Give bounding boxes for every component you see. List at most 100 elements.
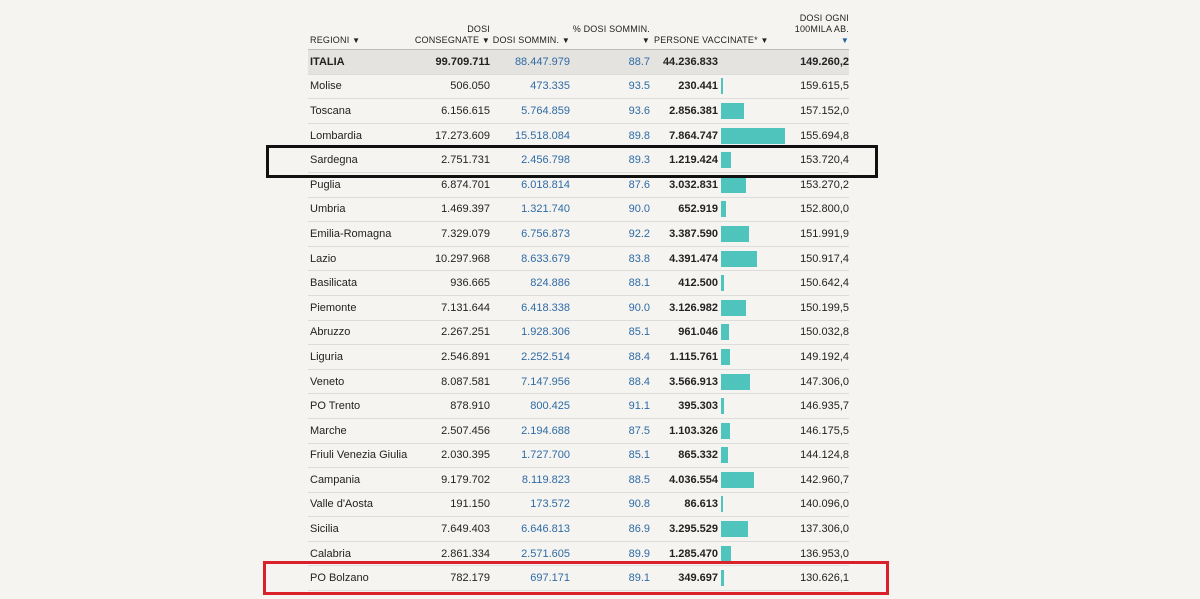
totals-somministrate: 88.447.979 [490,49,570,75]
persone-vaccinate-bar [721,78,723,95]
bar-cell [718,270,788,296]
region-name: Abruzzo [308,320,414,346]
persone-vaccinate-bar [721,127,785,144]
dosi-per-100k: 152.800,0 [788,197,849,223]
dosi-consegnate: 2.030.395 [414,443,490,469]
dosi-somministrate: 6.418.338 [490,295,570,321]
dosi-somministrate: 8.119.823 [490,467,570,493]
dosi-per-100k: 150.642,4 [788,270,849,296]
dosi-somministrate: 6.646.813 [490,516,570,542]
persone-vaccinate-bar [721,324,729,341]
column-header-per100k[interactable]: DOSI OGNI 100MILA AB. ▼ [788,4,849,50]
column-header-regioni[interactable]: REGIONI ▼ [308,4,414,50]
percent-somministrate: 87.5 [570,418,650,444]
column-header-somministrate[interactable]: DOSI SOMMIN. ▼ [490,4,570,50]
region-name: Piemonte [308,295,414,321]
percent-somministrate: 85.1 [570,320,650,346]
percent-somministrate: 93.5 [570,74,650,100]
persone-vaccinate-bar [721,176,746,193]
table-row: Umbria 1.469.397 1.321.740 90.0 652.919 152.8… [308,197,849,223]
dosi-somministrate: 6.756.873 [490,221,570,247]
dosi-consegnate: 191.150 [414,492,490,518]
bar-cell [718,320,788,346]
dosi-per-100k: 159.615,5 [788,74,849,100]
dosi-per-100k: 137.306,0 [788,516,849,542]
region-name: Umbria [308,197,414,223]
dosi-consegnate: 7.649.403 [414,516,490,542]
dosi-consegnate: 2.267.251 [414,320,490,346]
dosi-consegnate: 1.469.397 [414,197,490,223]
persone-vaccinate: 3.126.982 [650,295,718,321]
table-header-row: REGIONI ▼ DOSI CONSEGNATE ▼ DOSI SOMMIN.… [308,4,849,50]
table-row: Sicilia 7.649.403 6.646.813 86.9 3.295.529 13… [308,516,849,542]
column-header-consegnate[interactable]: DOSI CONSEGNATE ▼ [414,4,490,50]
percent-somministrate: 86.9 [570,516,650,542]
dosi-consegnate: 6.156.615 [414,98,490,124]
region-name: Basilicata [308,270,414,296]
dosi-per-100k: 150.032,8 [788,320,849,346]
column-header-somministrate-label: DOSI SOMMIN. [492,35,560,45]
percent-somministrate: 92.2 [570,221,650,247]
percent-somministrate: 83.8 [570,246,650,272]
totals-percent: 88.7 [570,49,650,75]
table-row: Piemonte 7.131.644 6.418.338 90.0 3.126.982 1… [308,295,849,321]
sort-arrow-icon: ▼ [352,36,361,45]
persone-vaccinate: 961.046 [650,320,718,346]
persone-vaccinate-bar [721,250,757,267]
dosi-somministrate: 2.252.514 [490,344,570,370]
table-row: Basilicata 936.665 824.886 88.1 412.500 150.6… [308,270,849,296]
table-row: Campania 9.179.702 8.119.823 88.5 4.036.554 1… [308,467,849,493]
persone-vaccinate: 3.566.913 [650,369,718,395]
sort-arrow-icon: ▼ [561,36,570,45]
bar-cell [718,74,788,100]
screenshot-stage: REGIONI ▼ DOSI CONSEGNATE ▼ DOSI SOMMIN.… [0,0,1200,599]
bar-cell [718,197,788,223]
percent-somministrate: 91.1 [570,393,650,419]
sort-arrow-icon: ▼ [641,36,650,45]
persone-vaccinate-bar [721,471,754,488]
persone-vaccinate-bar [721,496,723,513]
region-name: Emilia-Romagna [308,221,414,247]
persone-vaccinate-bar [721,201,726,218]
dosi-somministrate: 1.727.700 [490,443,570,469]
dosi-per-100k: 151.991,9 [788,221,849,247]
dosi-somministrate: 8.633.679 [490,246,570,272]
bar-cell [718,98,788,124]
bar-cell [718,393,788,419]
dosi-consegnate: 2.507.456 [414,418,490,444]
table-row: Molise 506.050 473.335 93.5 230.441 159.615,5 [308,74,849,100]
bar-cell [718,295,788,321]
dosi-per-100k: 144.124,8 [788,443,849,469]
column-header-per100k-label: DOSI OGNI 100MILA AB. [794,13,849,34]
bar-cell [718,443,788,469]
dosi-somministrate: 2.194.688 [490,418,570,444]
dosi-somministrate: 1.321.740 [490,197,570,223]
persone-vaccinate: 865.332 [650,443,718,469]
dosi-consegnate: 506.050 [414,74,490,100]
dosi-consegnate: 878.910 [414,393,490,419]
column-header-percent[interactable]: % DOSI SOMMIN. ▼ [570,4,650,50]
dosi-somministrate: 173.572 [490,492,570,518]
highlight-box-black [266,145,878,178]
persone-vaccinate: 3.387.590 [650,221,718,247]
dosi-per-100k: 146.175,5 [788,418,849,444]
table-row: Emilia-Romagna 7.329.079 6.756.873 92.2 3.38… [308,221,849,247]
bar-cell [718,221,788,247]
table-row: Friuli Venezia Giulia 2.030.395 1.727.700 8… [308,443,849,469]
column-header-persone[interactable]: PERSONE VACCINATE* ▼ [650,4,788,50]
region-name: Marche [308,418,414,444]
percent-somministrate: 88.4 [570,344,650,370]
persone-vaccinate: 86.613 [650,492,718,518]
table-row: Veneto 8.087.581 7.147.956 88.4 3.566.913 147… [308,369,849,395]
persone-vaccinate-bar [721,299,746,316]
region-name: Liguria [308,344,414,370]
dosi-somministrate: 800.425 [490,393,570,419]
region-name: Campania [308,467,414,493]
dosi-somministrate: 5.764.859 [490,98,570,124]
region-name: Toscana [308,98,414,124]
region-name: Molise [308,74,414,100]
persone-vaccinate: 1.103.326 [650,418,718,444]
totals-bar-cell [718,49,788,75]
persone-vaccinate: 3.295.529 [650,516,718,542]
sort-arrow-active-icon: ▼ [840,36,849,45]
